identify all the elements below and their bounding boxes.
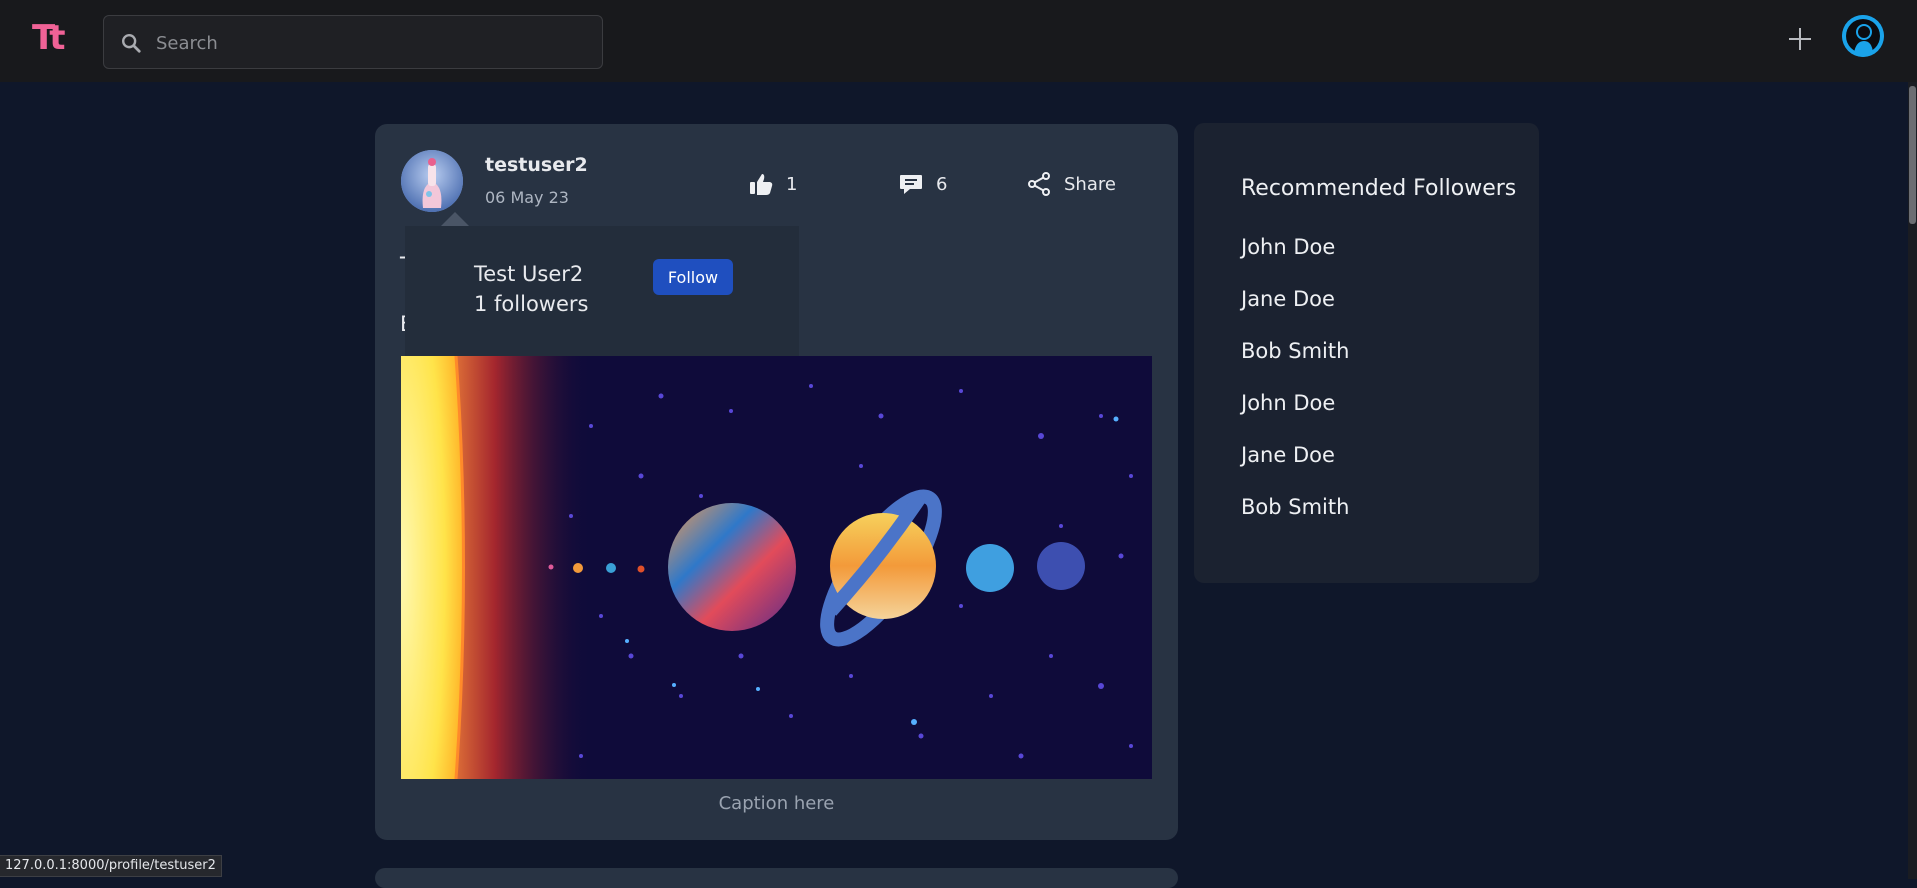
comment-icon [900, 175, 922, 194]
recommended-follower-item[interactable]: John Doe [1241, 233, 1349, 285]
post-caption: Caption here [718, 793, 835, 814]
share-icon [1028, 172, 1050, 196]
like-button[interactable]: 1 [748, 170, 797, 198]
share-button[interactable]: Share [1026, 170, 1116, 198]
share-label: Share [1064, 173, 1116, 195]
top-navbar: Tt [0, 0, 1917, 82]
hover-card-pointer [441, 212, 469, 226]
app-logo-text: Tt [32, 18, 66, 58]
post-image [401, 356, 1152, 779]
recommended-follower-item[interactable]: Bob Smith [1241, 337, 1349, 389]
thumbs-up-icon [750, 174, 773, 195]
plus-icon[interactable] [1787, 26, 1813, 52]
post-card: testuser2 06 May 23 1 6 Share T E Test U… [375, 124, 1178, 840]
comment-button[interactable]: 6 [898, 170, 947, 198]
search-icon [122, 34, 141, 53]
hover-card-name: Test User2 [474, 262, 584, 286]
hover-card-followers: 1 followers [474, 292, 589, 316]
recommended-followers-title: Recommended Followers [1241, 176, 1517, 201]
recommended-followers-list: John Doe Jane Doe Bob Smith John Doe Jan… [1241, 233, 1349, 545]
post-date: 06 May 23 [485, 188, 569, 207]
profile-hover-card: Test User2 1 followers Follow [405, 212, 799, 356]
recommended-follower-item[interactable]: Jane Doe [1241, 441, 1349, 493]
status-bar-url: 127.0.0.1:8000/profile/testuser2 [0, 855, 222, 877]
app-logo[interactable]: Tt [32, 21, 72, 55]
page-scrollbar[interactable] [1908, 82, 1917, 879]
user-avatar-icon[interactable] [1842, 15, 1884, 57]
scrollbar-thumb[interactable] [1909, 86, 1916, 224]
recommended-followers-card: Recommended Followers John Doe Jane Doe … [1194, 123, 1539, 583]
like-count: 1 [786, 173, 798, 195]
post-author-avatar[interactable] [401, 150, 463, 212]
follow-button[interactable]: Follow [653, 259, 733, 295]
recommended-follower-item[interactable]: Bob Smith [1241, 493, 1349, 545]
search-input[interactable] [156, 28, 576, 58]
next-post-card [375, 868, 1178, 888]
recommended-follower-item[interactable]: John Doe [1241, 389, 1349, 441]
comment-count: 6 [936, 173, 948, 195]
recommended-follower-item[interactable]: Jane Doe [1241, 285, 1349, 337]
search-box[interactable] [103, 15, 603, 69]
post-author-username[interactable]: testuser2 [485, 154, 588, 176]
